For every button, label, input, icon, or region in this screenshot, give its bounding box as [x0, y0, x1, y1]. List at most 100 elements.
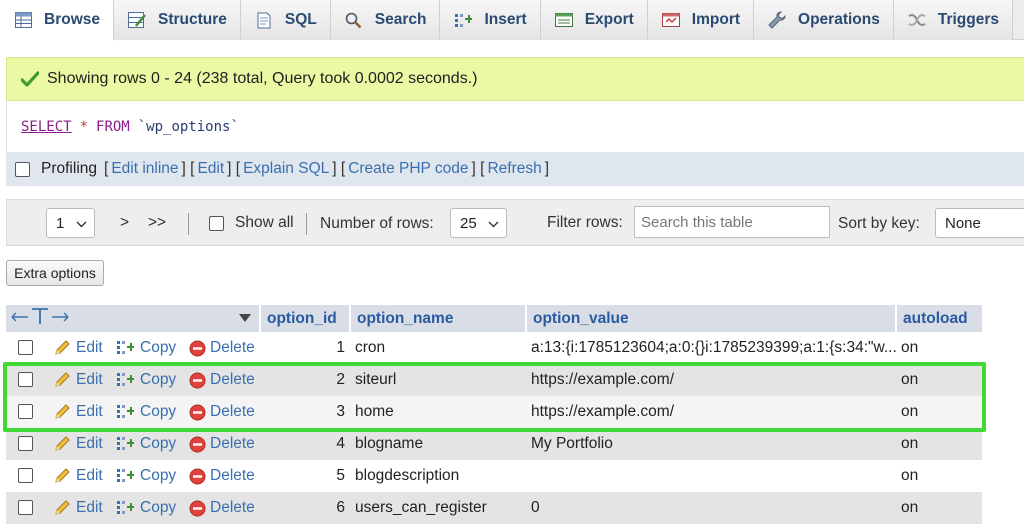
- cell-option-value: a:13:{i:1785123604;a:0:{}i:1785239399;a:…: [531, 339, 897, 356]
- tab-label: Browse: [44, 11, 100, 28]
- table-row: Edit Copy Delete 3 home https://example.…: [6, 396, 982, 428]
- delete-label: Delete: [210, 499, 255, 516]
- sort-by-key-label: Sort by key:: [838, 215, 920, 232]
- last-page-button[interactable]: >>: [148, 214, 166, 232]
- delete-row-button[interactable]: Delete: [189, 332, 255, 364]
- row-checkbox[interactable]: [18, 468, 33, 483]
- copy-label: Copy: [140, 371, 177, 388]
- sort-by-key-select[interactable]: None: [935, 208, 1024, 238]
- column-header-option-id[interactable]: option_id: [261, 305, 349, 332]
- pencil-icon: [54, 468, 72, 484]
- tab-sql[interactable]: SQL: [240, 0, 331, 40]
- column-header-option-value[interactable]: option_value: [527, 305, 895, 332]
- extra-options-button[interactable]: Extra options: [6, 260, 104, 286]
- column-resize-arrows[interactable]: [6, 305, 259, 332]
- cell-option-id: 3: [336, 403, 345, 420]
- delete-icon: [189, 340, 206, 357]
- refresh-link[interactable]: Refresh: [487, 160, 541, 178]
- delete-icon: [189, 436, 206, 453]
- cell-option-id: 6: [336, 499, 345, 516]
- copy-row-button[interactable]: Copy: [116, 396, 176, 428]
- table-row: Edit Copy Delete 5 blogdescription on: [6, 460, 982, 492]
- next-page-button[interactable]: >: [120, 214, 129, 232]
- filter-rows-input[interactable]: [634, 206, 830, 238]
- copy-icon: [116, 372, 136, 388]
- edit-inline-link[interactable]: Edit inline: [111, 160, 178, 178]
- tab-export[interactable]: Export: [540, 0, 648, 40]
- cell-option-name: users_can_register: [355, 499, 487, 516]
- cell-option-value: https://example.com/: [531, 371, 675, 388]
- tab-browse[interactable]: Browse: [0, 0, 114, 41]
- success-message: Showing rows 0 - 24 (238 total, Query to…: [6, 57, 1024, 101]
- tab-search[interactable]: Search: [330, 0, 441, 40]
- copy-label: Copy: [140, 403, 177, 420]
- edit-link[interactable]: Edit: [197, 160, 224, 178]
- tab-triggers[interactable]: Triggers: [893, 0, 1014, 40]
- copy-row-button[interactable]: Copy: [116, 460, 176, 492]
- sort-triangle-icon[interactable]: [239, 310, 251, 328]
- pencil-icon: [54, 404, 72, 420]
- edit-label: Edit: [76, 435, 103, 452]
- row-checkbox[interactable]: [18, 436, 33, 451]
- insert-icon: [454, 11, 473, 29]
- edit-row-button[interactable]: Edit: [54, 492, 103, 524]
- copy-label: Copy: [140, 499, 177, 516]
- cell-option-id: 4: [336, 435, 345, 452]
- cell-option-value: My Portfolio: [531, 435, 613, 452]
- tab-label: Search: [374, 11, 427, 28]
- copy-row-button[interactable]: Copy: [116, 428, 176, 460]
- column-header-option-name[interactable]: option_name: [351, 305, 525, 332]
- cell-autoload: on: [901, 371, 919, 388]
- copy-row-button[interactable]: Copy: [116, 332, 176, 364]
- delete-row-button[interactable]: Delete: [189, 364, 255, 396]
- page-select[interactable]: 1: [46, 208, 95, 238]
- edit-row-button[interactable]: Edit: [54, 396, 103, 428]
- explain-sql-link[interactable]: Explain SQL: [243, 160, 329, 178]
- delete-row-button[interactable]: Delete: [189, 396, 255, 428]
- edit-row-button[interactable]: Edit: [54, 364, 103, 396]
- pencil-icon: [54, 500, 72, 516]
- cell-option-id: 5: [336, 467, 345, 484]
- edit-label: Edit: [76, 339, 103, 356]
- sql-from-keyword: FROM: [96, 119, 130, 135]
- table-row: Edit Copy Delete 4 blogname My Portfolio…: [6, 428, 982, 460]
- structure-icon: [128, 11, 146, 29]
- copy-row-button[interactable]: Copy: [116, 492, 176, 524]
- number-of-rows-select[interactable]: 25: [450, 208, 507, 238]
- tab-label: SQL: [284, 11, 317, 28]
- sql-select-keyword[interactable]: SELECT: [21, 119, 72, 135]
- copy-label: Copy: [140, 339, 177, 356]
- row-checkbox[interactable]: [18, 500, 33, 515]
- cell-option-id: 2: [336, 371, 345, 388]
- delete-label: Delete: [210, 467, 255, 484]
- tab-structure[interactable]: Structure: [114, 0, 241, 40]
- delete-row-button[interactable]: Delete: [189, 428, 255, 460]
- tab-label: Insert: [484, 11, 527, 28]
- row-checkbox[interactable]: [18, 404, 33, 419]
- edit-row-button[interactable]: Edit: [54, 332, 103, 364]
- edit-row-button[interactable]: Edit: [54, 460, 103, 492]
- table-row: Edit Copy Delete 6 users_can_register 0 …: [6, 492, 982, 524]
- profiling-bar: Profiling [ Edit inline ] [ Edit ] [ Exp…: [6, 152, 1024, 186]
- profiling-checkbox[interactable]: [15, 161, 30, 177]
- delete-row-button[interactable]: Delete: [189, 460, 255, 492]
- page-select-value: 1: [56, 214, 65, 232]
- row-checkbox[interactable]: [18, 372, 33, 387]
- chevron-down-icon: [76, 217, 87, 234]
- delete-label: Delete: [210, 339, 255, 356]
- tab-import[interactable]: Import: [647, 0, 755, 40]
- nav-divider: [188, 213, 189, 235]
- copy-row-button[interactable]: Copy: [116, 364, 176, 396]
- edit-row-button[interactable]: Edit: [54, 428, 103, 460]
- cell-option-value: https://example.com/: [531, 403, 675, 420]
- copy-label: Copy: [140, 467, 177, 484]
- tab-operations[interactable]: Operations: [754, 0, 894, 40]
- row-checkbox[interactable]: [18, 340, 33, 355]
- delete-icon: [189, 500, 206, 517]
- column-header-autoload[interactable]: autoload: [897, 305, 982, 332]
- create-php-code-link[interactable]: Create PHP code: [348, 160, 468, 178]
- cell-autoload: on: [901, 499, 919, 516]
- tab-insert[interactable]: Insert: [440, 0, 541, 40]
- show-all-checkbox[interactable]: [209, 216, 224, 231]
- delete-row-button[interactable]: Delete: [189, 492, 255, 524]
